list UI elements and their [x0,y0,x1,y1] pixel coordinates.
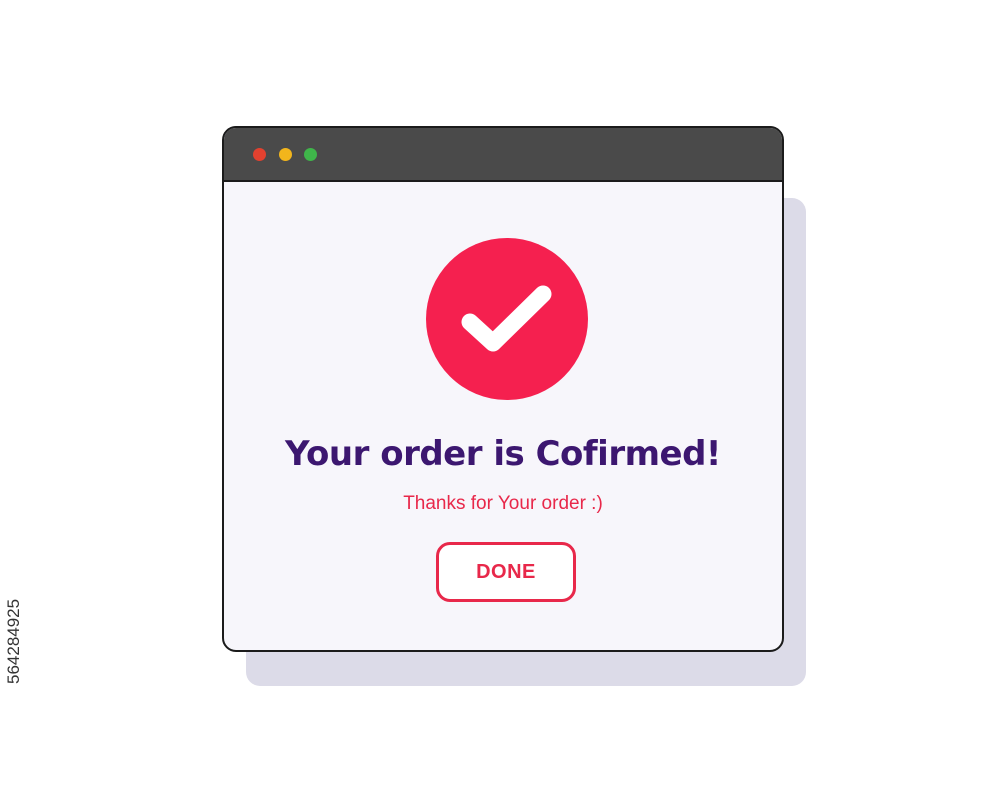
minimize-dot-icon[interactable] [279,148,292,161]
window-title-bar [224,128,782,182]
check-circle-icon [426,238,588,400]
confirmation-window: Your order is Cofirmed! Thanks for Your … [222,126,784,652]
confirmation-subline: Thanks for Your order :) [403,493,603,514]
confirmation-headline: Your order is Cofirmed! [285,434,721,474]
close-dot-icon[interactable] [253,148,266,161]
checkmark-icon [426,238,588,400]
done-button[interactable]: DONE [436,542,576,602]
watermark-id-text: 564284925 [4,598,23,684]
maximize-dot-icon[interactable] [304,148,317,161]
